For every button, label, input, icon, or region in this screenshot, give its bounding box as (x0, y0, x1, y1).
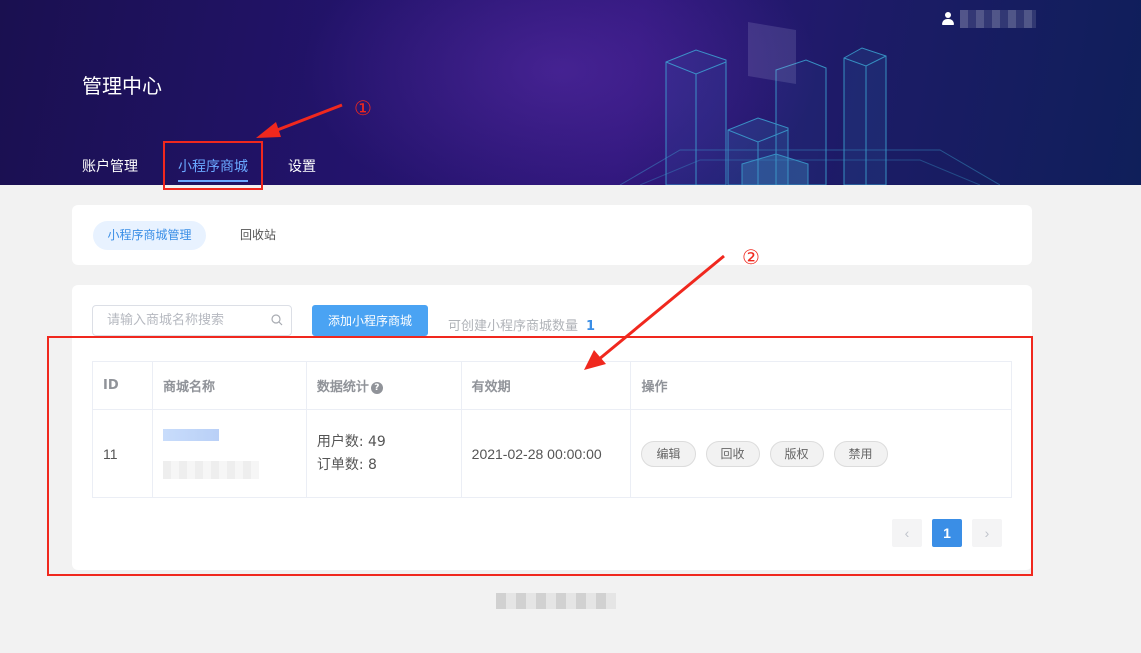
sub-tabs-card: 小程序商城管理 回收站 (72, 205, 1032, 265)
annotation-box-table (47, 336, 1033, 576)
user-icon (942, 12, 954, 26)
annotation-number-1: ① (354, 96, 372, 120)
nav-item-settings[interactable]: 设置 (288, 156, 316, 182)
add-mall-button[interactable]: 添加小程序商城 (312, 305, 428, 336)
user-menu[interactable] (942, 10, 1036, 28)
nav-item-account[interactable]: 账户管理 (82, 156, 138, 182)
annotation-box-nav (163, 141, 263, 190)
city-blocks-illustration (619, 22, 1000, 185)
search-input[interactable] (93, 306, 263, 335)
quota-text: 可创建小程序商城数量 1 (448, 315, 595, 334)
annotation-number-2: ② (742, 245, 760, 269)
search-icon[interactable] (271, 314, 283, 326)
tab-recycle-bin[interactable]: 回收站 (240, 221, 276, 250)
search-box (92, 305, 292, 336)
tab-mall-management[interactable]: 小程序商城管理 (93, 221, 206, 250)
quota-value: 1 (586, 319, 596, 334)
app-title: 管理中心 (82, 74, 162, 98)
blurred-footer (496, 593, 616, 609)
blurred-username (960, 10, 1036, 28)
quota-label: 可创建小程序商城数量 (448, 319, 579, 334)
